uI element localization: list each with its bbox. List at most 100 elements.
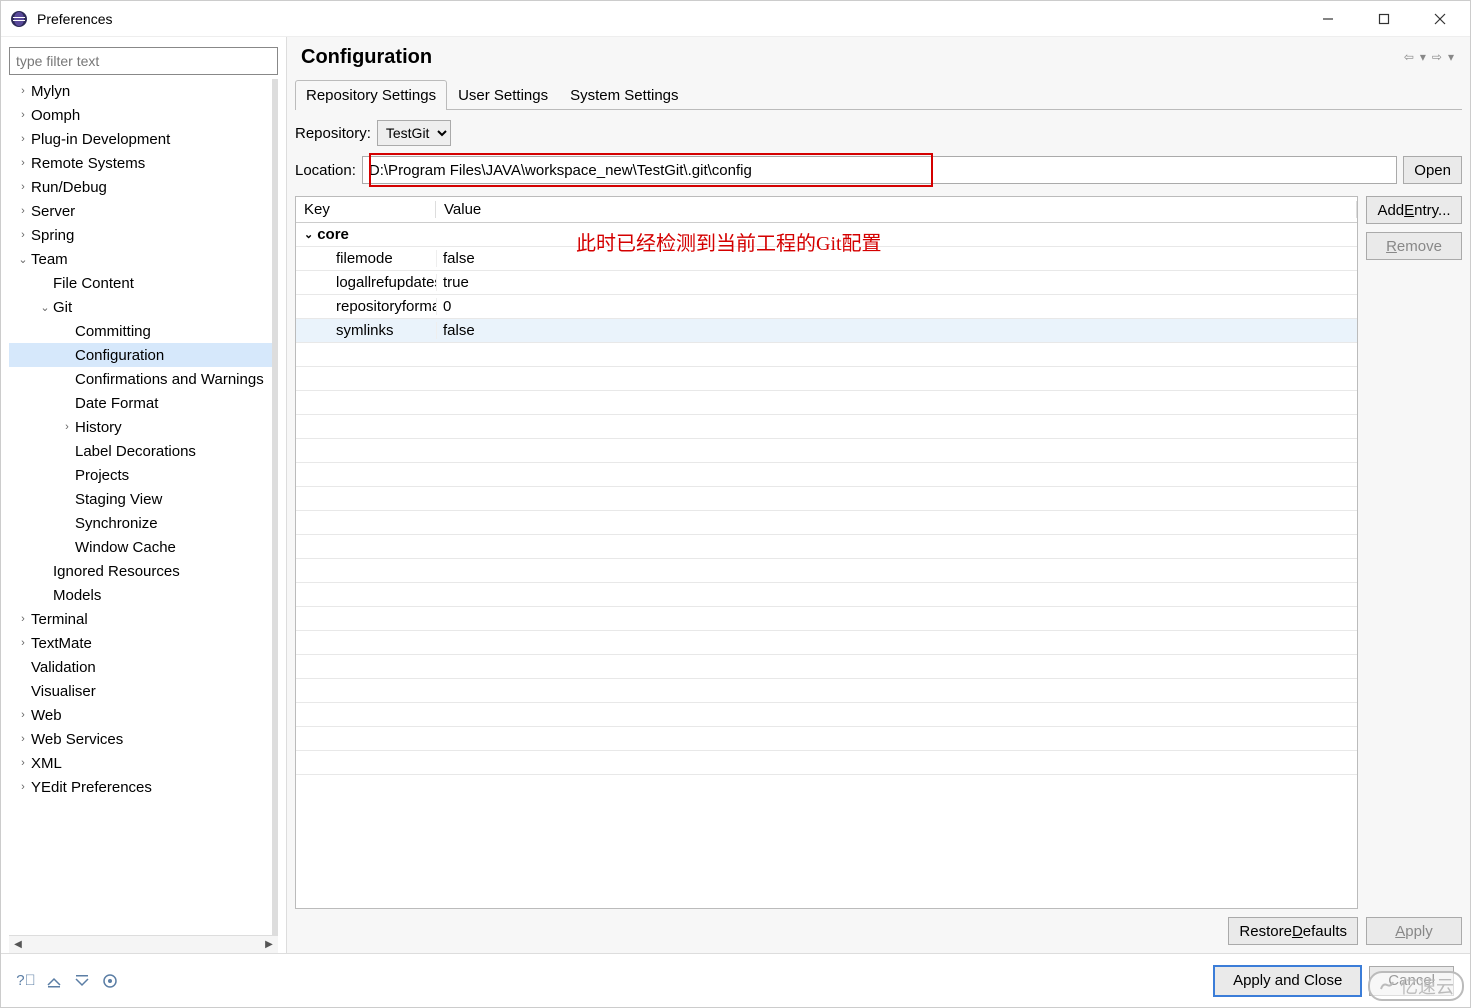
tree-item-label: Web Services bbox=[31, 731, 123, 748]
tree-item-label: XML bbox=[31, 755, 62, 772]
tree-item[interactable]: ›Mylyn bbox=[9, 79, 278, 103]
cell-value: false bbox=[436, 250, 1357, 267]
tree-item[interactable]: ›Run/Debug bbox=[9, 175, 278, 199]
cell-value: 0 bbox=[436, 298, 1357, 315]
chevron-right-icon[interactable]: › bbox=[15, 229, 31, 241]
chevron-right-icon[interactable]: › bbox=[15, 85, 31, 97]
tree-item[interactable]: ›Spring bbox=[9, 223, 278, 247]
chevron-right-icon[interactable]: › bbox=[15, 757, 31, 769]
tree-item[interactable]: Staging View bbox=[9, 487, 278, 511]
export-icon[interactable] bbox=[73, 972, 91, 990]
tree-item[interactable]: ⌄Git bbox=[9, 295, 278, 319]
chevron-right-icon[interactable]: › bbox=[15, 157, 31, 169]
preferences-tree[interactable]: ›Mylyn›Oomph›Plug-in Development›Remote … bbox=[9, 79, 278, 935]
nav-forward-icon[interactable]: ⇨ bbox=[1430, 50, 1444, 64]
tree-item[interactable]: Configuration bbox=[9, 343, 278, 367]
table-body[interactable]: ⌄ core filemodefalselogallrefupdatestruere… bbox=[296, 223, 1357, 908]
tree-item[interactable]: ›Plug-in Development bbox=[9, 127, 278, 151]
restore-defaults-button[interactable]: Restore Defaults bbox=[1228, 917, 1358, 945]
tab-repository-settings[interactable]: Repository Settings bbox=[295, 80, 447, 110]
nav-back-icon[interactable]: ⇦ bbox=[1402, 50, 1416, 64]
oomph-icon[interactable] bbox=[101, 972, 119, 990]
tree-item[interactable]: Date Format bbox=[9, 391, 278, 415]
tree-item[interactable]: File Content bbox=[9, 271, 278, 295]
tree-item[interactable]: ›Oomph bbox=[9, 103, 278, 127]
tree-item[interactable]: ›Web bbox=[9, 703, 278, 727]
scrollbar-vertical[interactable] bbox=[272, 79, 278, 935]
tree-item-label: Validation bbox=[31, 659, 96, 676]
repository-select[interactable]: TestGit bbox=[377, 120, 451, 146]
tree-item[interactable]: ›History bbox=[9, 415, 278, 439]
chevron-right-icon[interactable]: › bbox=[15, 181, 31, 193]
scroll-left-icon[interactable]: ◀ bbox=[9, 936, 27, 954]
location-input[interactable] bbox=[362, 156, 1397, 184]
scrollbar-horizontal[interactable]: ◀ ▶ bbox=[9, 935, 278, 953]
tree-item[interactable]: ›Terminal bbox=[9, 607, 278, 631]
chevron-right-icon[interactable]: › bbox=[15, 781, 31, 793]
tree-item[interactable]: ›TextMate bbox=[9, 631, 278, 655]
tree-item-label: Configuration bbox=[75, 347, 164, 364]
tree-item-label: Remote Systems bbox=[31, 155, 145, 172]
group-label: core bbox=[317, 226, 349, 243]
tree-item-label: Confirmations and Warnings bbox=[75, 371, 264, 388]
chevron-right-icon[interactable]: › bbox=[15, 133, 31, 145]
chevron-down-icon[interactable]: ⌄ bbox=[15, 253, 31, 266]
tree-item[interactable]: Confirmations and Warnings bbox=[9, 367, 278, 391]
maximize-button[interactable] bbox=[1356, 1, 1412, 37]
tree-item[interactable]: ›YEdit Preferences bbox=[9, 775, 278, 799]
tree-item[interactable]: ›Remote Systems bbox=[9, 151, 278, 175]
table-row[interactable]: filemodefalse bbox=[296, 247, 1357, 271]
table-row[interactable]: symlinksfalse bbox=[296, 319, 1357, 343]
chevron-right-icon[interactable]: › bbox=[15, 613, 31, 625]
tree-item[interactable]: Committing bbox=[9, 319, 278, 343]
chevron-down-icon[interactable]: ⌄ bbox=[37, 301, 53, 314]
nav-back-dropdown-icon[interactable]: ▾ bbox=[1418, 50, 1428, 64]
import-icon[interactable] bbox=[45, 972, 63, 990]
apply-button[interactable]: Apply bbox=[1366, 917, 1462, 945]
tree-item[interactable]: Window Cache bbox=[9, 535, 278, 559]
tree-item[interactable]: Synchronize bbox=[9, 511, 278, 535]
chevron-down-icon[interactable]: ⌄ bbox=[304, 228, 313, 241]
tree-item[interactable]: ⌄Team bbox=[9, 247, 278, 271]
col-value[interactable]: Value bbox=[436, 201, 1357, 218]
nav-forward-dropdown-icon[interactable]: ▾ bbox=[1446, 50, 1456, 64]
tree-item[interactable]: Projects bbox=[9, 463, 278, 487]
tree-item-label: Staging View bbox=[75, 491, 162, 508]
tree-item[interactable]: Ignored Resources bbox=[9, 559, 278, 583]
footer-toolbar: ?⃝ bbox=[17, 972, 1214, 990]
table-group-row[interactable]: ⌄ core bbox=[296, 223, 1357, 247]
tree-item[interactable]: ›Web Services bbox=[9, 727, 278, 751]
open-button[interactable]: Open bbox=[1403, 156, 1462, 184]
chevron-right-icon[interactable]: › bbox=[15, 109, 31, 121]
table-row[interactable]: logallrefupdatestrue bbox=[296, 271, 1357, 295]
tree-item[interactable]: Visualiser bbox=[9, 679, 278, 703]
tree-item-label: Oomph bbox=[31, 107, 80, 124]
chevron-right-icon[interactable]: › bbox=[15, 709, 31, 721]
filter-input[interactable] bbox=[9, 47, 278, 75]
add-entry-button[interactable]: Add Entry... bbox=[1366, 196, 1462, 224]
chevron-right-icon[interactable]: › bbox=[15, 637, 31, 649]
tree-item[interactable]: Models bbox=[9, 583, 278, 607]
location-label: Location: bbox=[295, 162, 356, 179]
window-title: Preferences bbox=[37, 11, 1300, 27]
table-row[interactable]: repositoryformatversion0 bbox=[296, 295, 1357, 319]
minimize-button[interactable] bbox=[1300, 1, 1356, 37]
apply-and-close-button[interactable]: Apply and Close bbox=[1214, 966, 1361, 996]
table-row-empty bbox=[296, 607, 1357, 631]
tree-item[interactable]: ›Server bbox=[9, 199, 278, 223]
tree-item[interactable]: Label Decorations bbox=[9, 439, 278, 463]
remove-button[interactable]: Remove bbox=[1366, 232, 1462, 260]
col-key[interactable]: Key bbox=[296, 201, 436, 218]
chevron-right-icon[interactable]: › bbox=[59, 421, 75, 433]
table-header: Key Value bbox=[296, 197, 1357, 223]
chevron-right-icon[interactable]: › bbox=[15, 205, 31, 217]
tab-system-settings[interactable]: System Settings bbox=[559, 80, 689, 110]
close-button[interactable] bbox=[1412, 1, 1468, 37]
tree-item[interactable]: Validation bbox=[9, 655, 278, 679]
help-icon[interactable]: ?⃝ bbox=[17, 972, 35, 990]
table-row-empty bbox=[296, 439, 1357, 463]
chevron-right-icon[interactable]: › bbox=[15, 733, 31, 745]
tree-item[interactable]: ›XML bbox=[9, 751, 278, 775]
tab-user-settings[interactable]: User Settings bbox=[447, 80, 559, 110]
scroll-right-icon[interactable]: ▶ bbox=[260, 936, 278, 954]
